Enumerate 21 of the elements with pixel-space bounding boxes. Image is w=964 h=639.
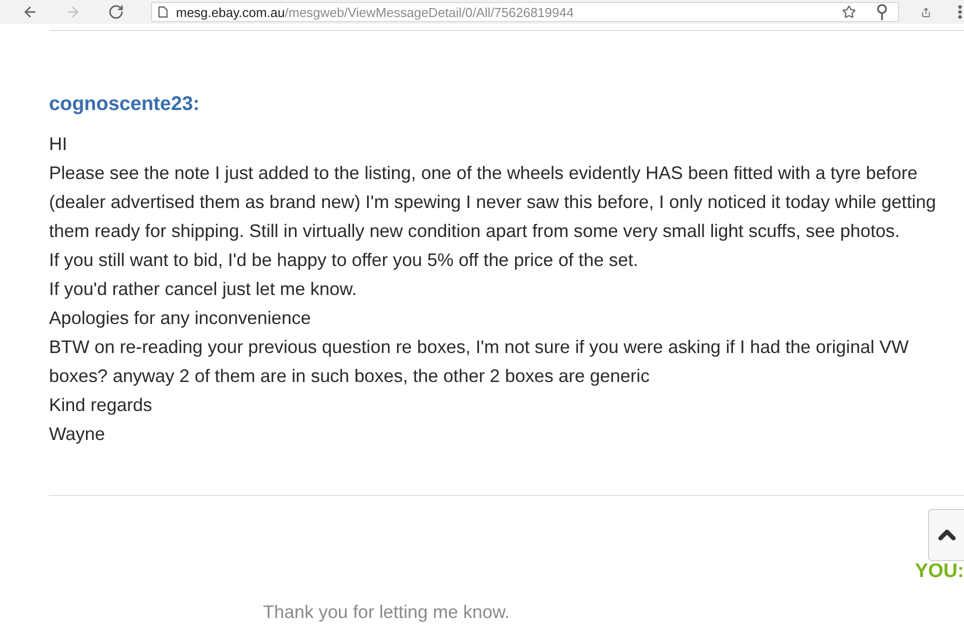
reload-icon (108, 4, 124, 20)
you-label: YOU: (915, 561, 964, 581)
pin-icon (876, 4, 888, 20)
forward-arrow-icon (65, 4, 81, 20)
message-line: Apologies for any inconvenience (49, 307, 312, 330)
message-line: HI (49, 133, 68, 156)
menu-icon (958, 5, 962, 19)
message-line: If you still want to bid, I'd be happy to offer you 5% off the price of the set. (49, 249, 640, 272)
message-line: Wayne (49, 423, 106, 446)
message-line: Kind regards (49, 394, 154, 417)
star-icon[interactable] (842, 5, 856, 19)
page-icon (158, 6, 168, 18)
reload-button[interactable] (108, 3, 124, 21)
scroll-top-button[interactable] (928, 509, 964, 561)
reply-text: Thank you for letting me know. (263, 602, 510, 622)
message-line: Please see the note I just added to the listing, one of the wheels evidently HAS been fitted with a tyre before (dealer advertised them as brand new) I'm spewing I never saw this before, I only noticed it today while getting them ready for shipping. Still in virtually new condition apart from some very small light scuffs, see photos. (49, 162, 938, 243)
address-field[interactable]: mesg.ebay.com.au/mesgweb/ViewMessageDetail/0/All/75626819944 (151, 2, 899, 22)
message-line: BTW on re-reading your previous question re boxes, I'm not sure if you were asking if I had the original VW boxes? anyway 2 of them are in such boxes, the other 2 boxes are generic (49, 336, 910, 388)
menu-button[interactable] (956, 4, 964, 20)
message-line: If you'd rather cancel just let me know. (49, 278, 358, 301)
sender-name: cognoscente23: (49, 92, 201, 116)
